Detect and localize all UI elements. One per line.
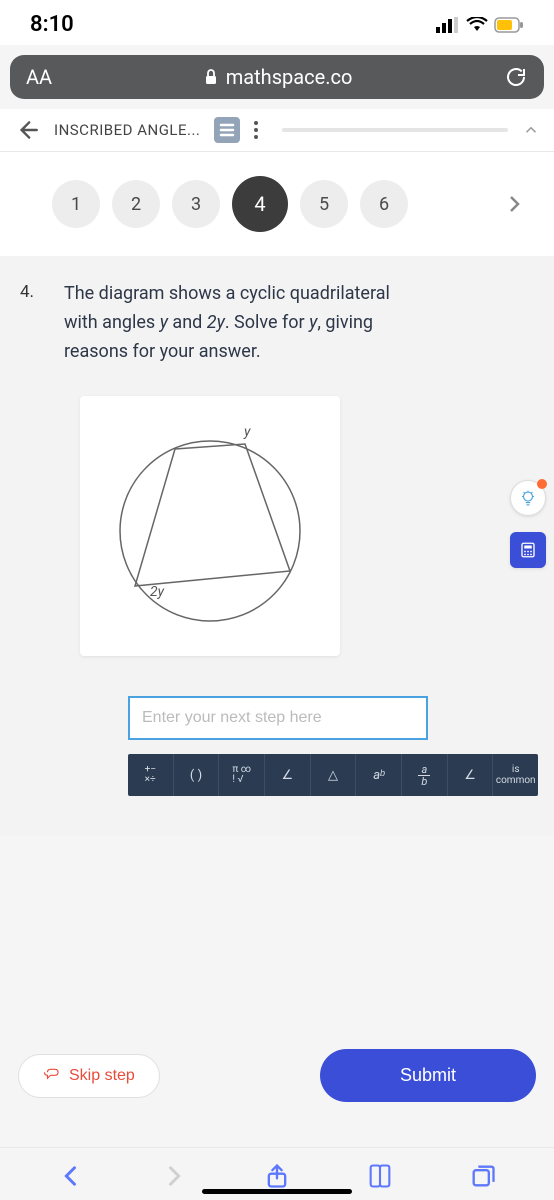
tab-q6[interactable]: 6 (360, 180, 408, 228)
tool-parentheses[interactable]: ( ) (174, 754, 220, 796)
status-bar: 8:10 (0, 0, 554, 45)
diagram-label-y: y (243, 424, 251, 440)
browser-forward-icon[interactable] (160, 1162, 188, 1190)
next-question-icon[interactable] (502, 192, 526, 216)
question-tabs: 1 2 3 4 5 6 (0, 152, 554, 256)
wifi-icon (466, 17, 488, 33)
bottom-actions: Skip step Submit (0, 1049, 554, 1102)
tool-common[interactable]: is common (493, 754, 538, 796)
skip-button[interactable]: Skip step (18, 1054, 160, 1098)
calculator-icon (519, 541, 537, 559)
hint-button[interactable] (510, 480, 546, 516)
browser-back-icon[interactable] (57, 1162, 85, 1190)
more-menu-icon[interactable] (254, 121, 258, 139)
diagram: y 2y (80, 396, 340, 656)
signal-icon (436, 17, 460, 33)
page-header: INSCRIBED ANGLE... (0, 109, 554, 152)
tab-q1[interactable]: 1 (52, 180, 100, 228)
side-tools (510, 480, 546, 568)
tool-angle[interactable]: ∠ (265, 754, 311, 796)
tool-constants[interactable]: π ∞ ! √ (219, 754, 265, 796)
text-size-button[interactable]: AA (26, 65, 52, 89)
collapse-caret-icon[interactable] (522, 121, 540, 139)
calculator-button[interactable] (510, 532, 546, 568)
answer-input-row (128, 696, 534, 740)
lightbulb-icon (519, 489, 537, 507)
browser-toolbar (0, 1147, 554, 1190)
diagram-label-2y: 2y (150, 584, 165, 600)
tool-fraction[interactable]: ab (402, 754, 448, 796)
tool-angle2[interactable]: ∠ (448, 754, 494, 796)
status-time: 8:10 (30, 12, 74, 37)
question-number: 4. (20, 282, 34, 302)
status-icons (436, 17, 524, 33)
tool-power[interactable]: aᵇ (356, 754, 402, 796)
tool-triangle[interactable]: △ (311, 754, 357, 796)
refresh-icon[interactable] (504, 65, 528, 89)
url-text: mathspace.co (226, 65, 353, 89)
step-input[interactable] (128, 696, 428, 740)
submit-button[interactable]: Submit (320, 1049, 536, 1102)
question-text: The diagram shows a cyclic quadrilateral… (64, 280, 424, 366)
battery-icon (494, 17, 524, 33)
tool-operations[interactable]: +− ×÷ (128, 754, 174, 796)
url-display[interactable]: mathspace.co (52, 65, 504, 89)
progress-bar (282, 128, 508, 132)
lesson-icon[interactable] (214, 117, 240, 143)
lock-icon (204, 69, 218, 85)
bookmarks-icon[interactable] (366, 1162, 394, 1190)
tab-q2[interactable]: 2 (112, 180, 160, 228)
tabs-icon[interactable] (469, 1162, 497, 1190)
math-toolbar: +− ×÷ ( ) π ∞ ! √ ∠ △ aᵇ ab ∠ is common (128, 754, 538, 796)
question-area: 4. The diagram shows a cyclic quadrilate… (0, 256, 554, 836)
url-bar[interactable]: AA mathspace.co (10, 55, 544, 99)
back-arrow-icon[interactable] (14, 117, 40, 143)
tab-q5[interactable]: 5 (300, 180, 348, 228)
home-indicator[interactable] (202, 1189, 352, 1194)
lesson-title: INSCRIBED ANGLE... (54, 121, 200, 139)
share-icon[interactable] (263, 1162, 291, 1190)
tab-q3[interactable]: 3 (172, 180, 220, 228)
tab-q4[interactable]: 4 (232, 176, 288, 232)
skip-icon (43, 1067, 61, 1085)
